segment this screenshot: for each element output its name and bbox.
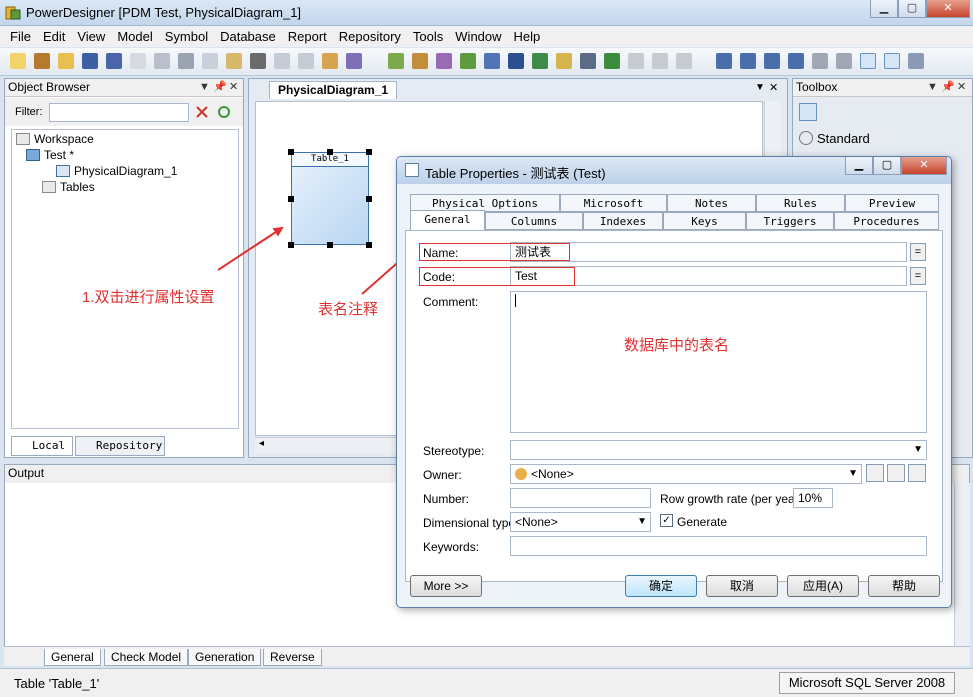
number-input[interactable] xyxy=(510,488,651,508)
tab-keys[interactable]: Keys xyxy=(663,212,746,230)
tab-triggers[interactable]: Triggers xyxy=(746,212,834,230)
owner-combo[interactable]: <None> ▼ xyxy=(510,464,862,484)
owner-properties-button[interactable] xyxy=(887,464,905,482)
owner-label: Owner: xyxy=(423,468,462,482)
dialog-maximize-button[interactable]: ▢ xyxy=(873,157,901,175)
annotation-table-comment: 表名注释 xyxy=(318,301,379,318)
tab-preview[interactable]: Preview xyxy=(845,194,939,212)
cancel-button[interactable]: 取消 xyxy=(706,575,778,597)
tab-indexes[interactable]: Indexes xyxy=(583,212,663,230)
code-highlight-box xyxy=(419,267,575,286)
comment-label: Comment: xyxy=(423,295,479,309)
user-icon xyxy=(515,468,527,480)
stereotype-label: Stereotype: xyxy=(423,444,485,458)
dialog-title-bar: Table Properties - 测试表 (Test) ▁ ▢ ✕ xyxy=(397,157,951,184)
dialog-close-button[interactable]: ✕ xyxy=(901,157,947,175)
tab-procedures[interactable]: Procedures xyxy=(834,212,939,230)
annotation-double-click: 1.双击进行属性设置 xyxy=(82,289,215,306)
chevron-down-icon: ▼ xyxy=(637,516,647,527)
owner-value: <None> xyxy=(531,467,574,481)
table-icon xyxy=(405,163,419,177)
chevron-down-icon: ▼ xyxy=(913,444,923,455)
annotation-db-table-name: 数据库中的表名 xyxy=(624,337,730,354)
keywords-input[interactable] xyxy=(510,536,927,556)
dimensional-type-combo[interactable]: <None> ▼ xyxy=(510,512,651,532)
text-cursor xyxy=(515,294,516,307)
tab-general[interactable]: General xyxy=(410,210,485,230)
name-equals-button[interactable]: = xyxy=(910,243,926,261)
tab-microsoft[interactable]: Microsoft xyxy=(560,194,667,212)
generate-label: Generate xyxy=(677,515,728,529)
apply-button[interactable]: 应用(A) xyxy=(787,575,859,597)
owner-create-button[interactable] xyxy=(866,464,884,482)
table-properties-dialog: Table Properties - 测试表 (Test) ▁ ▢ ✕ Phys… xyxy=(396,156,952,608)
tab-rules[interactable]: Rules xyxy=(756,194,845,212)
name-highlight-box xyxy=(419,243,570,261)
tab-notes[interactable]: Notes xyxy=(667,194,756,212)
chevron-down-icon: ▼ xyxy=(848,468,858,479)
comment-textarea[interactable] xyxy=(510,291,927,433)
dialog-minimize-button[interactable]: ▁ xyxy=(845,157,873,175)
code-equals-button[interactable]: = xyxy=(910,267,926,285)
dialog-title: Table Properties - 测试表 (Test) xyxy=(425,166,606,181)
row-growth-input[interactable]: 10% xyxy=(793,488,833,508)
row-growth-value: 10% xyxy=(798,491,823,505)
arrow-to-table xyxy=(217,226,284,271)
help-button[interactable]: 帮助 xyxy=(868,575,940,597)
row-growth-label: Row growth rate (per year): xyxy=(660,492,807,506)
tab-columns[interactable]: Columns xyxy=(485,212,583,230)
dimensional-type-label: Dimensional type: xyxy=(423,516,519,530)
owner-select-button[interactable] xyxy=(908,464,926,482)
generate-checkbox[interactable]: ✓ xyxy=(660,514,673,527)
number-label: Number: xyxy=(423,492,470,506)
dimensional-type-value: <None> xyxy=(515,515,558,529)
ok-button[interactable]: 确定 xyxy=(625,575,697,597)
stereotype-combo[interactable]: ▼ xyxy=(510,440,927,460)
more-button[interactable]: More >> xyxy=(410,575,482,597)
keywords-label: Keywords: xyxy=(423,540,480,554)
